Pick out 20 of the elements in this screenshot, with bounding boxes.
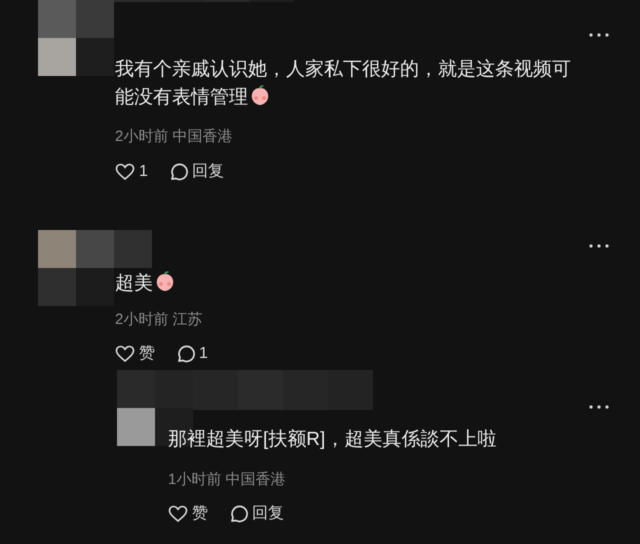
heart-icon bbox=[168, 505, 188, 523]
reply-button[interactable]: 回复 bbox=[228, 504, 284, 524]
comment-meta: 2小时前 中国香港 bbox=[115, 127, 234, 147]
comment-meta: 2小时前 江苏 bbox=[115, 310, 204, 330]
comment-icon bbox=[228, 504, 248, 524]
more-icon[interactable] bbox=[589, 244, 609, 248]
more-icon[interactable] bbox=[589, 405, 609, 409]
comment-text: 我有个亲戚认识她，人家私下很好的，就是这条视频可能没有表情管理 bbox=[115, 59, 571, 108]
more-icon[interactable] bbox=[589, 33, 609, 37]
comment-icon bbox=[175, 344, 195, 364]
like-button[interactable]: 赞 bbox=[168, 504, 208, 524]
comment-text: 那裡超美呀[扶额R]，超美真係談不上啦 bbox=[168, 429, 496, 450]
like-button[interactable]: 赞 bbox=[115, 344, 155, 364]
reply-button[interactable]: 回复 bbox=[168, 162, 224, 182]
heart-icon bbox=[115, 345, 135, 363]
reply-button[interactable]: 1 bbox=[175, 344, 208, 364]
like-button[interactable]: 1 bbox=[115, 162, 148, 182]
comment-text: 超美 bbox=[115, 273, 153, 294]
heart-icon bbox=[115, 163, 135, 181]
comment-meta: 1小时前 中国香港 bbox=[168, 470, 287, 490]
